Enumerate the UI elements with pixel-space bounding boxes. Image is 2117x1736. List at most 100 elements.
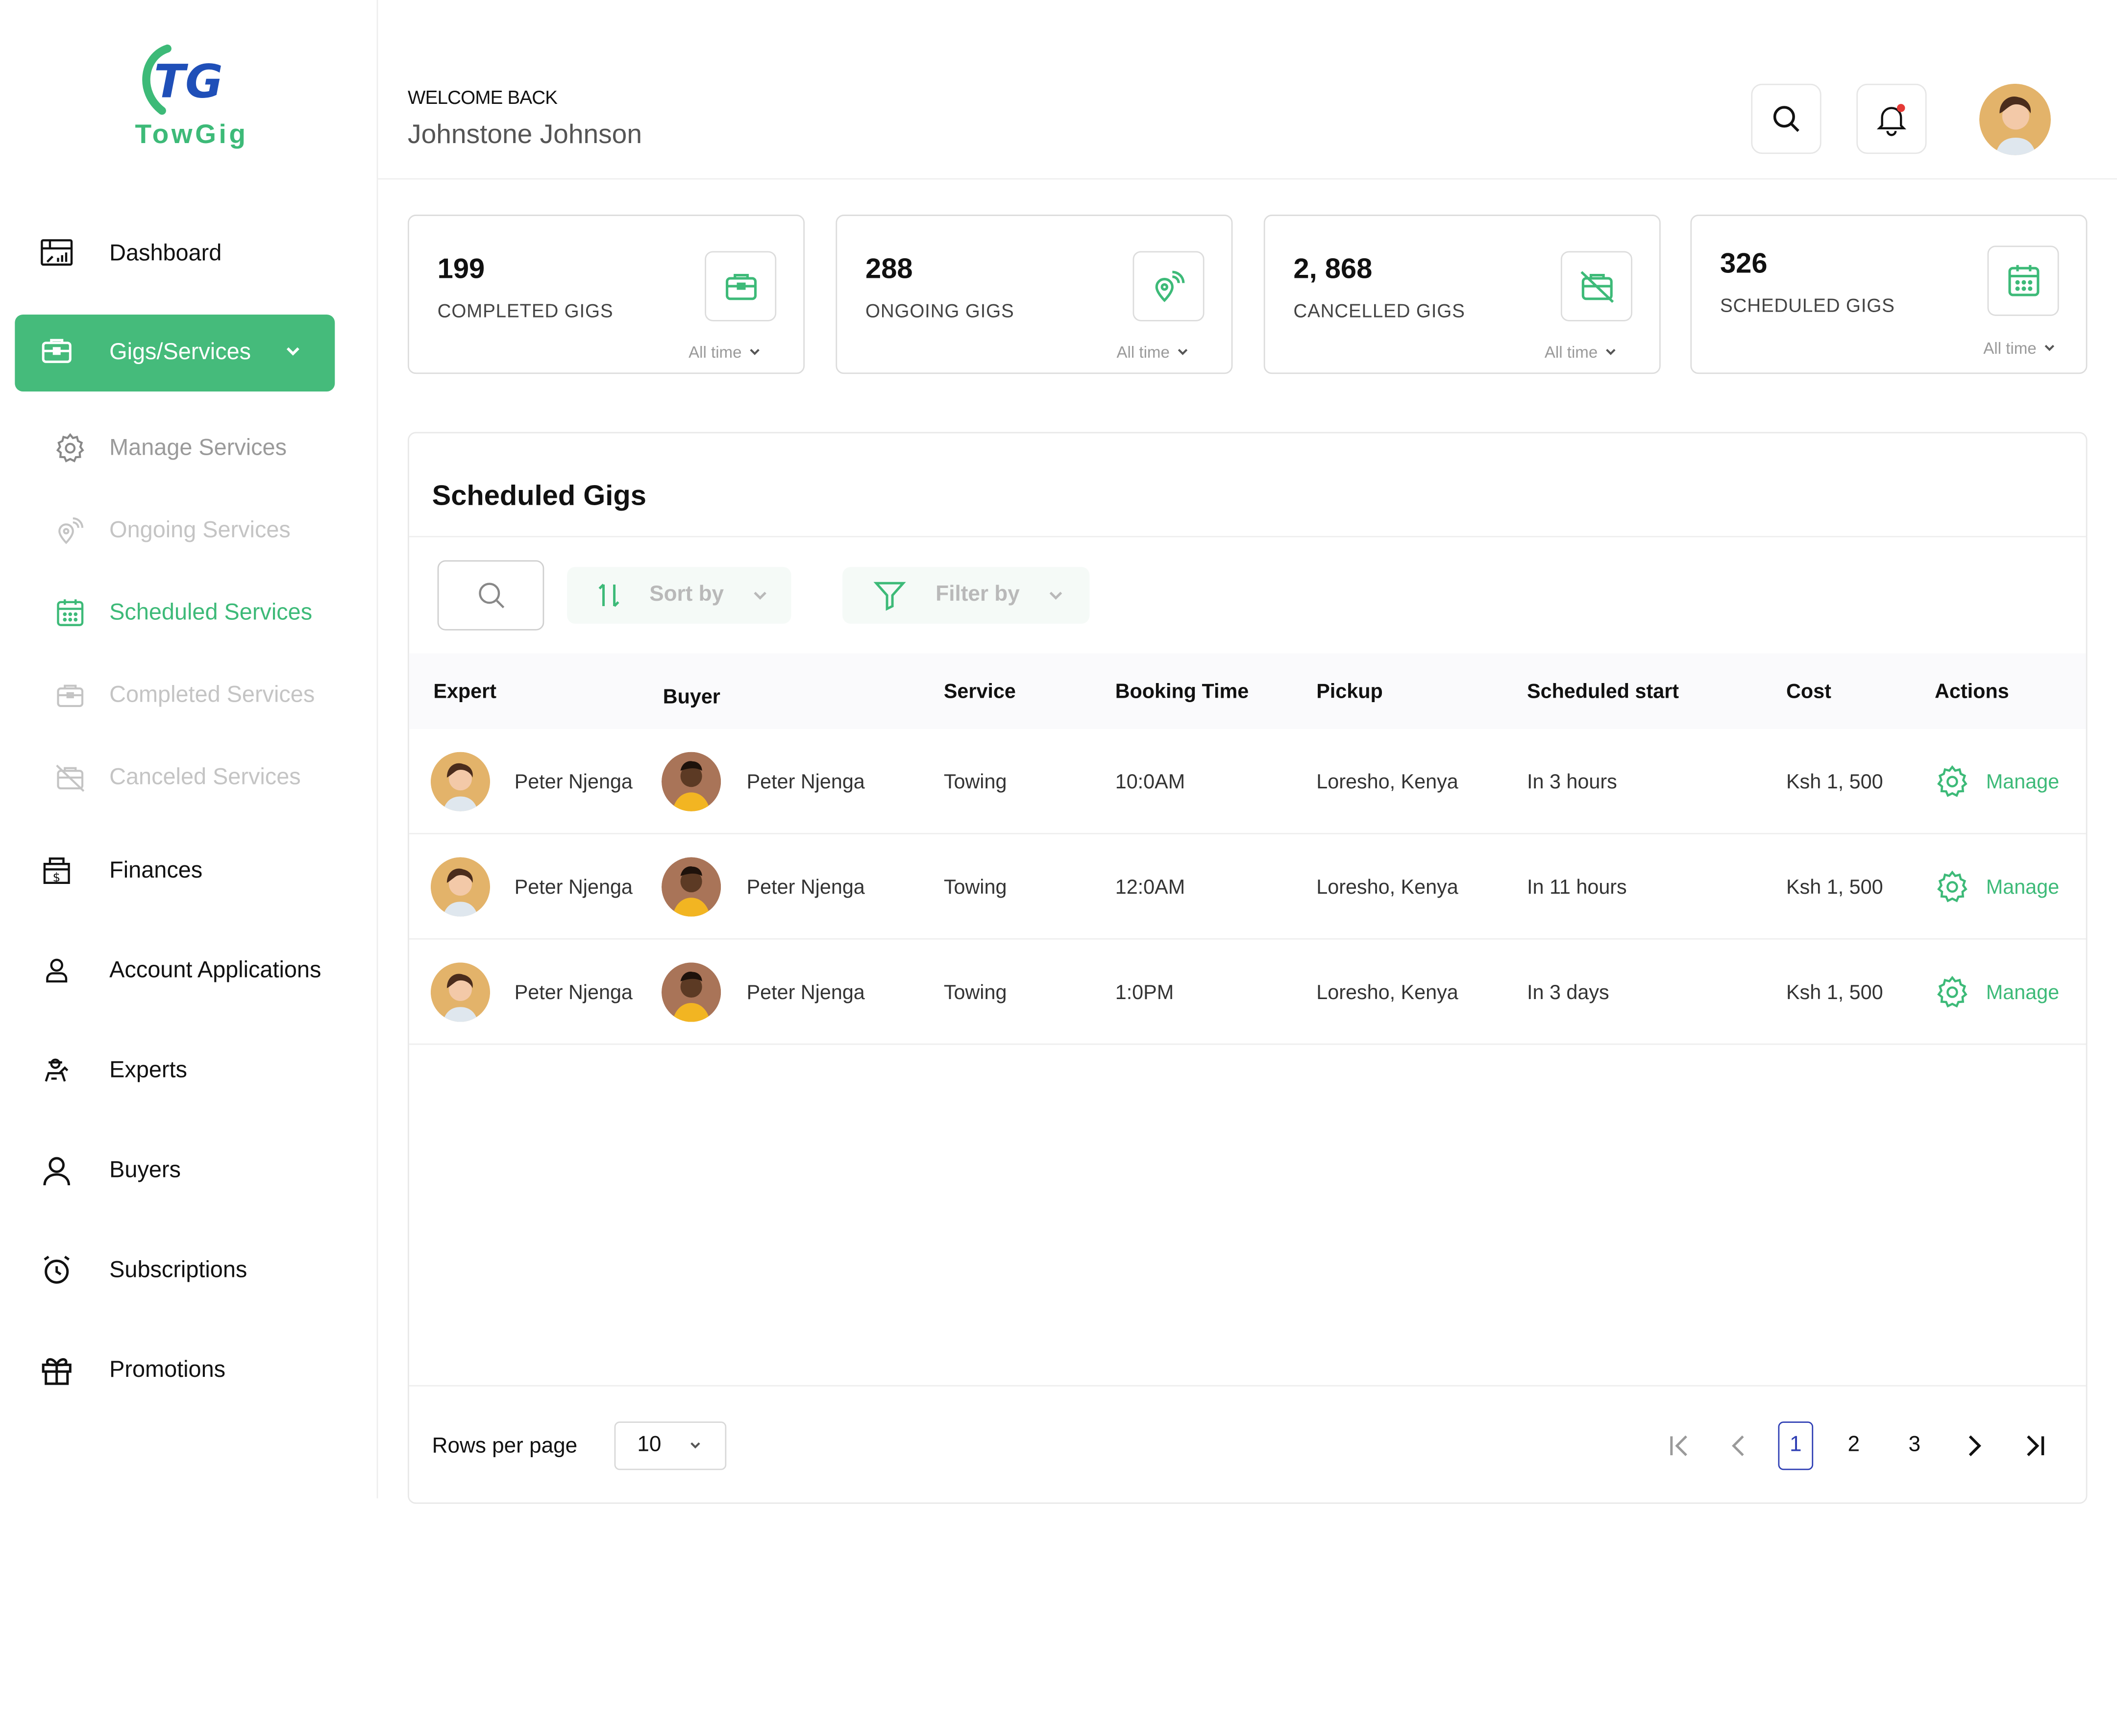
previous-page-button[interactable] [1722,1421,1757,1470]
gear-icon [51,429,89,467]
calendar-icon [51,594,89,632]
first-page-icon [1670,1435,1687,1456]
gear-icon [1937,870,1968,903]
column-header[interactable]: Booking Time [1115,681,1249,704]
period-label: All time [1983,339,2037,358]
sort-by-dropdown[interactable]: Sort by [567,567,791,624]
period-dropdown[interactable]: All time [1983,339,2055,358]
gear-icon [1937,765,1968,797]
expert-avatar [430,962,491,1022]
briefcase-icon [39,334,74,375]
stat-value: 199 [437,253,485,285]
sidebar-item-canceled-services[interactable]: Canceled Services [0,751,378,805]
sort-icon [598,584,619,607]
sidebar-item-dashboard[interactable]: Dashboard [0,227,378,281]
manage-button[interactable]: Manage [1935,975,2059,1010]
scheduled-gigs-panel: Scheduled Gigs Sort by Filter by Expert … [408,432,2088,1504]
header-search-button[interactable] [1751,83,1822,154]
page-button-2[interactable]: 2 [1836,1421,1871,1470]
next-page-button[interactable] [1956,1421,1992,1470]
first-page-button[interactable] [1662,1421,1698,1470]
notifications-button[interactable] [1856,83,1927,154]
buyer-name: Peter Njenga [746,981,865,1004]
sidebar-item-label: Scheduled Services [109,599,313,625]
expert-avatar [430,857,491,917]
svg-text:$: $ [52,870,60,884]
stat-card-cancelled: 2, 868 CANCELLED GIGS All time [1263,215,1661,374]
page-button-3[interactable]: 3 [1897,1421,1932,1470]
column-header[interactable]: Service [944,681,1016,704]
stat-card-ongoing: 288 ONGOING GIGS All time [836,215,1233,374]
sidebar-item-label: Account Applications [109,957,321,983]
chevron-down-icon [1050,591,1062,600]
user-avatar[interactable] [1979,83,2051,155]
stat-card-completed: 199 COMPLETED GIGS All time [408,215,805,374]
buyer-avatar [661,857,721,917]
alarm-clock-icon [38,1251,75,1289]
booking-time: 10:0AM [1115,771,1185,794]
period-dropdown[interactable]: All time [689,343,761,362]
sidebar-item-buyers[interactable]: Buyers [0,1144,378,1198]
period-dropdown[interactable]: All time [1545,343,1617,362]
sidebar-item-label: Experts [109,1057,187,1083]
page-button-1[interactable]: 1 [1778,1421,1814,1470]
filter-icon [873,582,906,611]
chevron-down-icon [2045,344,2055,351]
column-header[interactable]: Pickup [1316,681,1383,704]
manage-button[interactable]: Manage [1935,869,2059,905]
manage-label: Manage [1986,980,2060,1004]
rows-per-page-select[interactable]: 10 [614,1421,727,1470]
sidebar-item-account-applications[interactable]: Account Applications [0,944,378,998]
table-search-button[interactable] [437,560,544,631]
gear-icon [1937,976,1968,1008]
last-page-button[interactable] [2017,1421,2052,1470]
stat-label: ONGOING GIGS [865,299,1014,321]
sidebar-item-experts[interactable]: Experts [0,1044,378,1098]
sidebar-item-scheduled-services[interactable]: Scheduled Services [0,586,378,640]
gift-icon [38,1351,75,1389]
sidebar-item-label: Gigs/Services [109,339,251,365]
column-header[interactable]: Buyer [663,686,720,709]
filter-by-dropdown[interactable]: Filter by [842,567,1090,624]
app-root: TG TowGig Dashboard Gigs/Services Manage… [0,0,2117,1736]
sidebar-item-promotions[interactable]: Promotions [0,1343,378,1397]
sidebar-item-subscriptions[interactable]: Subscriptions [0,1243,378,1297]
period-label: All time [1116,342,1170,362]
sidebar-item-gigs-services[interactable]: Gigs/Services [15,314,335,391]
chevron-right-icon [1969,1435,1981,1456]
chevron-down-icon [284,342,303,367]
column-header[interactable]: Cost [1786,681,1831,704]
divider [409,536,2086,538]
dashboard-icon [38,235,75,272]
manage-button[interactable]: Manage [1935,764,2059,799]
table-header: Expert Buyer Service Booking Time Pickup… [409,653,2086,729]
stat-label: COMPLETED GIGS [437,299,614,321]
column-header[interactable]: Scheduled start [1527,681,1679,704]
period-dropdown[interactable]: All time [1116,343,1188,362]
sidebar-item-completed-services[interactable]: Completed Services [0,668,378,722]
calendar-icon [1987,245,2059,316]
pickup: Loresho, Kenya [1316,771,1458,794]
period-label: All time [1544,342,1598,362]
column-header[interactable]: Expert [433,681,496,704]
sidebar-item-ongoing-services[interactable]: Ongoing Services [0,504,378,558]
sidebar-item-finances[interactable]: $ Finances [0,844,378,898]
chevron-left-icon [1732,1435,1744,1456]
sidebar-item-manage-services[interactable]: Manage Services [0,421,378,475]
service: Towing [943,771,1007,794]
cost: Ksh 1, 500 [1786,771,1883,794]
stat-card-scheduled: 326 SCHEDULED GIGS All time [1690,215,2088,374]
sidebar-item-label: Dashboard [109,240,222,266]
column-header[interactable]: Actions [1935,681,2009,704]
buyer-avatar [661,962,721,1022]
briefcase-icon [51,676,89,714]
booking-time: 1:0PM [1115,981,1174,1004]
rows-per-page-value: 10 [637,1433,662,1457]
buyer-name: Peter Njenga [746,771,865,794]
table-row: Peter Njenga Peter Njenga Towing 1:0PM L… [409,940,2086,1045]
chevron-down-icon [750,349,760,355]
location-signal-icon [1132,251,1205,321]
period-label: All time [689,342,742,362]
buyer-avatar [661,752,721,811]
sidebar-item-label: Finances [109,857,203,883]
